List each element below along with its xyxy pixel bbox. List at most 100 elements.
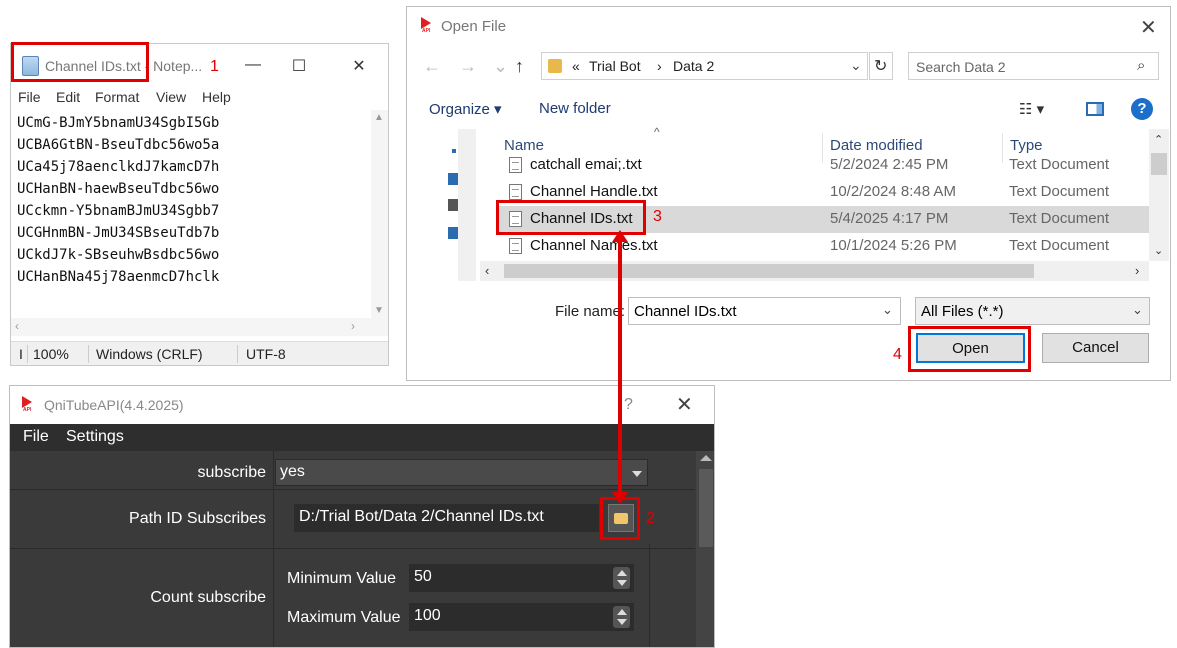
scroll-right-icon[interactable]: › (351, 319, 355, 333)
notepad-horizontal-scrollbar[interactable]: ‹ › (11, 318, 388, 336)
subscribe-select[interactable]: yes (275, 459, 648, 486)
file-name-value: Channel IDs.txt (634, 303, 737, 320)
app-icon: API (22, 396, 36, 413)
forward-arrow-icon[interactable]: → (459, 56, 477, 77)
scroll-left-icon[interactable]: ‹ (15, 319, 19, 333)
menu-help[interactable]: Help (202, 89, 231, 105)
preview-pane-icon[interactable] (1086, 102, 1104, 116)
file-type: Text Document (1009, 210, 1110, 227)
file-list: Name ^ Date modified Type catchall emai;… (497, 125, 1157, 261)
scroll-thumb[interactable] (504, 264, 1034, 278)
breadcrumb-separator: › (657, 58, 662, 74)
column-divider (273, 451, 274, 647)
scroll-down-icon[interactable]: ⌄ (1154, 244, 1163, 257)
file-list-vertical-scrollbar[interactable]: ⌃ ⌄ (1149, 129, 1169, 261)
menu-settings[interactable]: Settings (66, 428, 124, 446)
menu-file[interactable]: File (18, 89, 41, 105)
file-date: 5/2/2024 2:45 PM (830, 156, 949, 173)
subscribe-value: yes (280, 463, 305, 480)
file-row[interactable]: catchall emai;.txt 5/2/2024 2:45 PM Text… (497, 152, 1157, 179)
column-divider (649, 544, 650, 647)
close-icon[interactable]: ✕ (349, 56, 369, 76)
max-label: Maximum Value (287, 609, 401, 626)
nav-item-icon[interactable] (448, 199, 458, 211)
notepad-text-area[interactable]: UCmG-BJmY5bnamU34SgbI5Gb UCBA6GtBN-BseuT… (11, 110, 373, 318)
chevron-down-icon[interactable]: ⌄ (882, 302, 893, 318)
breadcrumb-data-2[interactable]: Data 2 (673, 58, 714, 74)
nav-pane-scrollbar[interactable] (458, 129, 476, 281)
max-value: 100 (414, 607, 441, 624)
close-icon[interactable]: ✕ (1140, 15, 1157, 40)
open-file-dialog: API Open File ✕ ← → ⌄ ↑ « Trial Bot › Da… (406, 6, 1171, 381)
scroll-up-icon[interactable]: ⌃ (1154, 133, 1163, 146)
min-value-spinner[interactable]: 50 (409, 564, 634, 592)
menu-edit[interactable]: Edit (56, 89, 80, 105)
chevron-down-icon[interactable] (632, 471, 642, 477)
view-options-icon[interactable]: ☷ ▾ (1019, 100, 1044, 118)
nav-item-icon[interactable] (448, 227, 458, 239)
file-row[interactable]: Channel Names.txt 10/1/2024 5:26 PM Text… (497, 233, 1157, 260)
step-4-label: 4 (893, 346, 902, 363)
scroll-up-icon[interactable]: ▲ (374, 112, 384, 123)
search-icon: ⌕ (1137, 57, 1146, 74)
min-value: 50 (414, 568, 432, 585)
nav-item-icon[interactable] (448, 173, 458, 185)
spinner-arrows-icon[interactable] (613, 567, 630, 589)
scroll-left-icon[interactable]: ‹ (485, 263, 489, 278)
breadcrumb-overflow[interactable]: « (572, 58, 580, 74)
text-line: UCkdJ7k-SBseuhwBsdbc56wo (17, 247, 220, 263)
chevron-down-icon[interactable]: ⌄ (1132, 302, 1143, 318)
file-date: 10/1/2024 5:26 PM (830, 237, 957, 254)
scroll-down-icon[interactable]: ▼ (374, 305, 384, 316)
scroll-thumb[interactable] (1151, 153, 1167, 175)
step-1-label: 1 (210, 58, 219, 75)
organize-button[interactable]: Organize ▾ (429, 100, 502, 118)
recent-chevron-icon[interactable]: ⌄ (493, 56, 508, 77)
file-type-select[interactable]: All Files (*.*) ⌄ (915, 297, 1150, 325)
settings-scrollbar[interactable] (696, 451, 714, 647)
menu-format[interactable]: Format (95, 89, 139, 105)
help-icon[interactable]: ? (1131, 98, 1153, 120)
nav-item-icon[interactable] (452, 149, 456, 153)
file-name: catchall emai;.txt (530, 156, 642, 173)
status-divider (237, 345, 238, 363)
min-label: Minimum Value (287, 570, 397, 587)
highlight-open-button (908, 326, 1031, 372)
minimize-icon[interactable]: — (243, 56, 263, 74)
status-divider (88, 345, 89, 363)
menu-view[interactable]: View (156, 89, 186, 105)
file-list-horizontal-scrollbar[interactable]: ‹ › (480, 261, 1149, 281)
close-icon[interactable]: ✕ (676, 392, 693, 417)
search-placeholder: Search Data 2 (916, 59, 1006, 75)
path-value: D:/Trial Bot/Data 2/Channel IDs.txt (299, 508, 544, 525)
address-chevron-icon[interactable]: ⌄ (850, 57, 862, 74)
menu-file[interactable]: File (23, 428, 49, 446)
help-icon[interactable]: ? (624, 396, 633, 414)
scroll-right-icon[interactable]: › (1135, 263, 1139, 278)
search-input[interactable]: Search Data 2 ⌕ (908, 52, 1159, 80)
maximize-icon[interactable]: ☐ (289, 56, 309, 76)
breadcrumb-trial-bot[interactable]: Trial Bot (589, 58, 641, 74)
refresh-icon: ↻ (874, 58, 888, 75)
text-file-icon (509, 238, 522, 254)
back-arrow-icon[interactable]: ← (423, 56, 441, 77)
status-zoom: 100% (33, 346, 69, 362)
arrow-head-down-icon (612, 492, 628, 504)
refresh-button[interactable]: ↻ (869, 52, 893, 80)
cancel-button[interactable]: Cancel (1042, 333, 1149, 363)
scroll-up-icon[interactable] (700, 455, 712, 461)
max-value-spinner[interactable]: 100 (409, 603, 634, 631)
annotation-arrow (618, 240, 622, 498)
text-file-icon (509, 157, 522, 173)
spinner-arrows-icon[interactable] (613, 606, 630, 628)
status-encoding: UTF-8 (246, 346, 286, 362)
notepad-vertical-scrollbar[interactable]: ▲ ▼ (371, 110, 388, 318)
navigation-pane[interactable] (407, 129, 479, 281)
up-arrow-icon[interactable]: ↑ (515, 56, 524, 77)
new-folder-button[interactable]: New folder (539, 100, 611, 117)
scroll-thumb[interactable] (699, 469, 713, 547)
address-bar[interactable]: « Trial Bot › Data 2 ⌄ (541, 52, 868, 80)
file-name-input[interactable]: Channel IDs.txt ⌄ (628, 297, 901, 325)
folder-icon (548, 59, 562, 73)
path-input[interactable]: D:/Trial Bot/Data 2/Channel IDs.txt (294, 504, 599, 532)
